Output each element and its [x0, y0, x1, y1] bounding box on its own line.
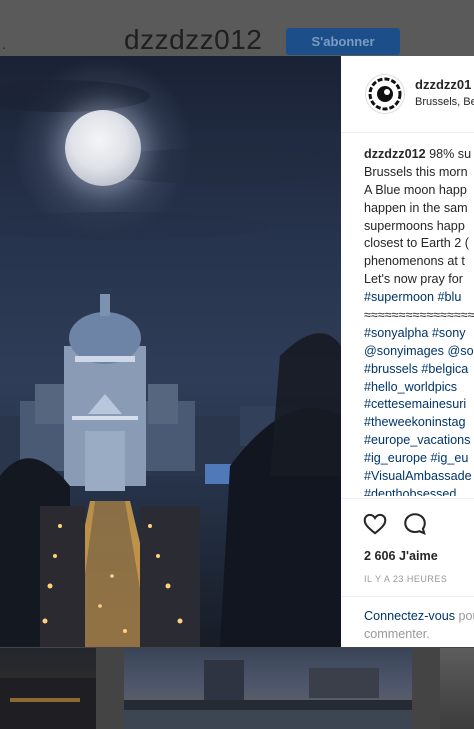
follow-button[interactable]: S'abonner: [286, 28, 400, 55]
caption-line[interactable]: @sonyimages @so: [364, 343, 474, 361]
background-header: . dzzdzz012 S'abonner: [0, 0, 474, 56]
post-side-panel: dzzdzz01 Brussels, Be dzzdzz012 98% su Br…: [341, 56, 474, 647]
caption-line[interactable]: #theweekoninstag: [364, 414, 474, 432]
grid-thumbnail[interactable]: [0, 648, 96, 729]
caption-line: ≈≈≈≈≈≈≈≈≈≈≈≈≈≈≈≈≈≈: [364, 308, 474, 323]
grid-thumbnail[interactable]: [124, 648, 412, 729]
post-caption: dzzdzz012 98% su Brussels this morn A Blue…: [364, 146, 474, 496]
post-author-username[interactable]: dzzdzz01: [415, 77, 471, 92]
caption-line: Brussels this morn: [364, 164, 468, 179]
comment-icon[interactable]: [402, 511, 428, 537]
caption-line: phenomenons at t: [364, 254, 465, 269]
caption-username[interactable]: dzzdzz012: [364, 147, 426, 161]
caption-line[interactable]: #hello_worldpics: [364, 379, 474, 397]
login-prompt-text-2: commenter.: [364, 626, 430, 641]
caption-line: dzzdzz012 98% su: [364, 147, 472, 161]
caption-line: Let's now pray for: [364, 272, 464, 287]
caption-line[interactable]: #europe_vacations: [364, 432, 474, 450]
caption-line: closest to Earth 2 (: [364, 236, 469, 251]
login-link[interactable]: Connectez-vous: [364, 609, 455, 623]
grid-thumbnail[interactable]: [440, 648, 474, 729]
moon: [65, 110, 141, 186]
caption-line[interactable]: #brussels #belgica: [364, 361, 474, 379]
post-actions: 2 606 J'aime IL Y A 23 HEURES Connectez-…: [341, 498, 474, 647]
caption-line[interactable]: #cettesemainesuri: [364, 396, 474, 414]
caption-line[interactable]: #supermoon #blu: [364, 289, 474, 307]
corner-mark: .: [2, 36, 6, 52]
post-photo: [0, 56, 341, 647]
caption-line: happen in the sam: [364, 200, 468, 215]
caption-line[interactable]: #depthobsessed: [364, 486, 474, 496]
avatar[interactable]: [365, 74, 405, 114]
post-location[interactable]: Brussels, Be: [415, 96, 474, 108]
caption-line[interactable]: #VisualAmbassade: [364, 468, 474, 486]
login-prompt-text: pour aimer ou: [458, 609, 474, 623]
caption-line: supermoons happ: [364, 218, 465, 233]
likes-count[interactable]: 2 606 J'aime: [364, 549, 438, 563]
heart-icon[interactable]: [362, 511, 388, 537]
post-header: dzzdzz01 Brussels, Be: [341, 56, 474, 133]
caption-line: A Blue moon happ: [364, 182, 467, 197]
post-timestamp[interactable]: IL Y A 23 HEURES: [364, 574, 447, 584]
caption-line[interactable]: #ig_europe #ig_eu: [364, 450, 474, 468]
profile-username: dzzdzz012: [124, 24, 263, 55]
login-prompt: Connectez-vous pour aimer ou commenter.: [341, 596, 474, 641]
avatar-logo-icon: [368, 77, 402, 111]
caption-line[interactable]: #sonyalpha #sony: [364, 325, 474, 343]
